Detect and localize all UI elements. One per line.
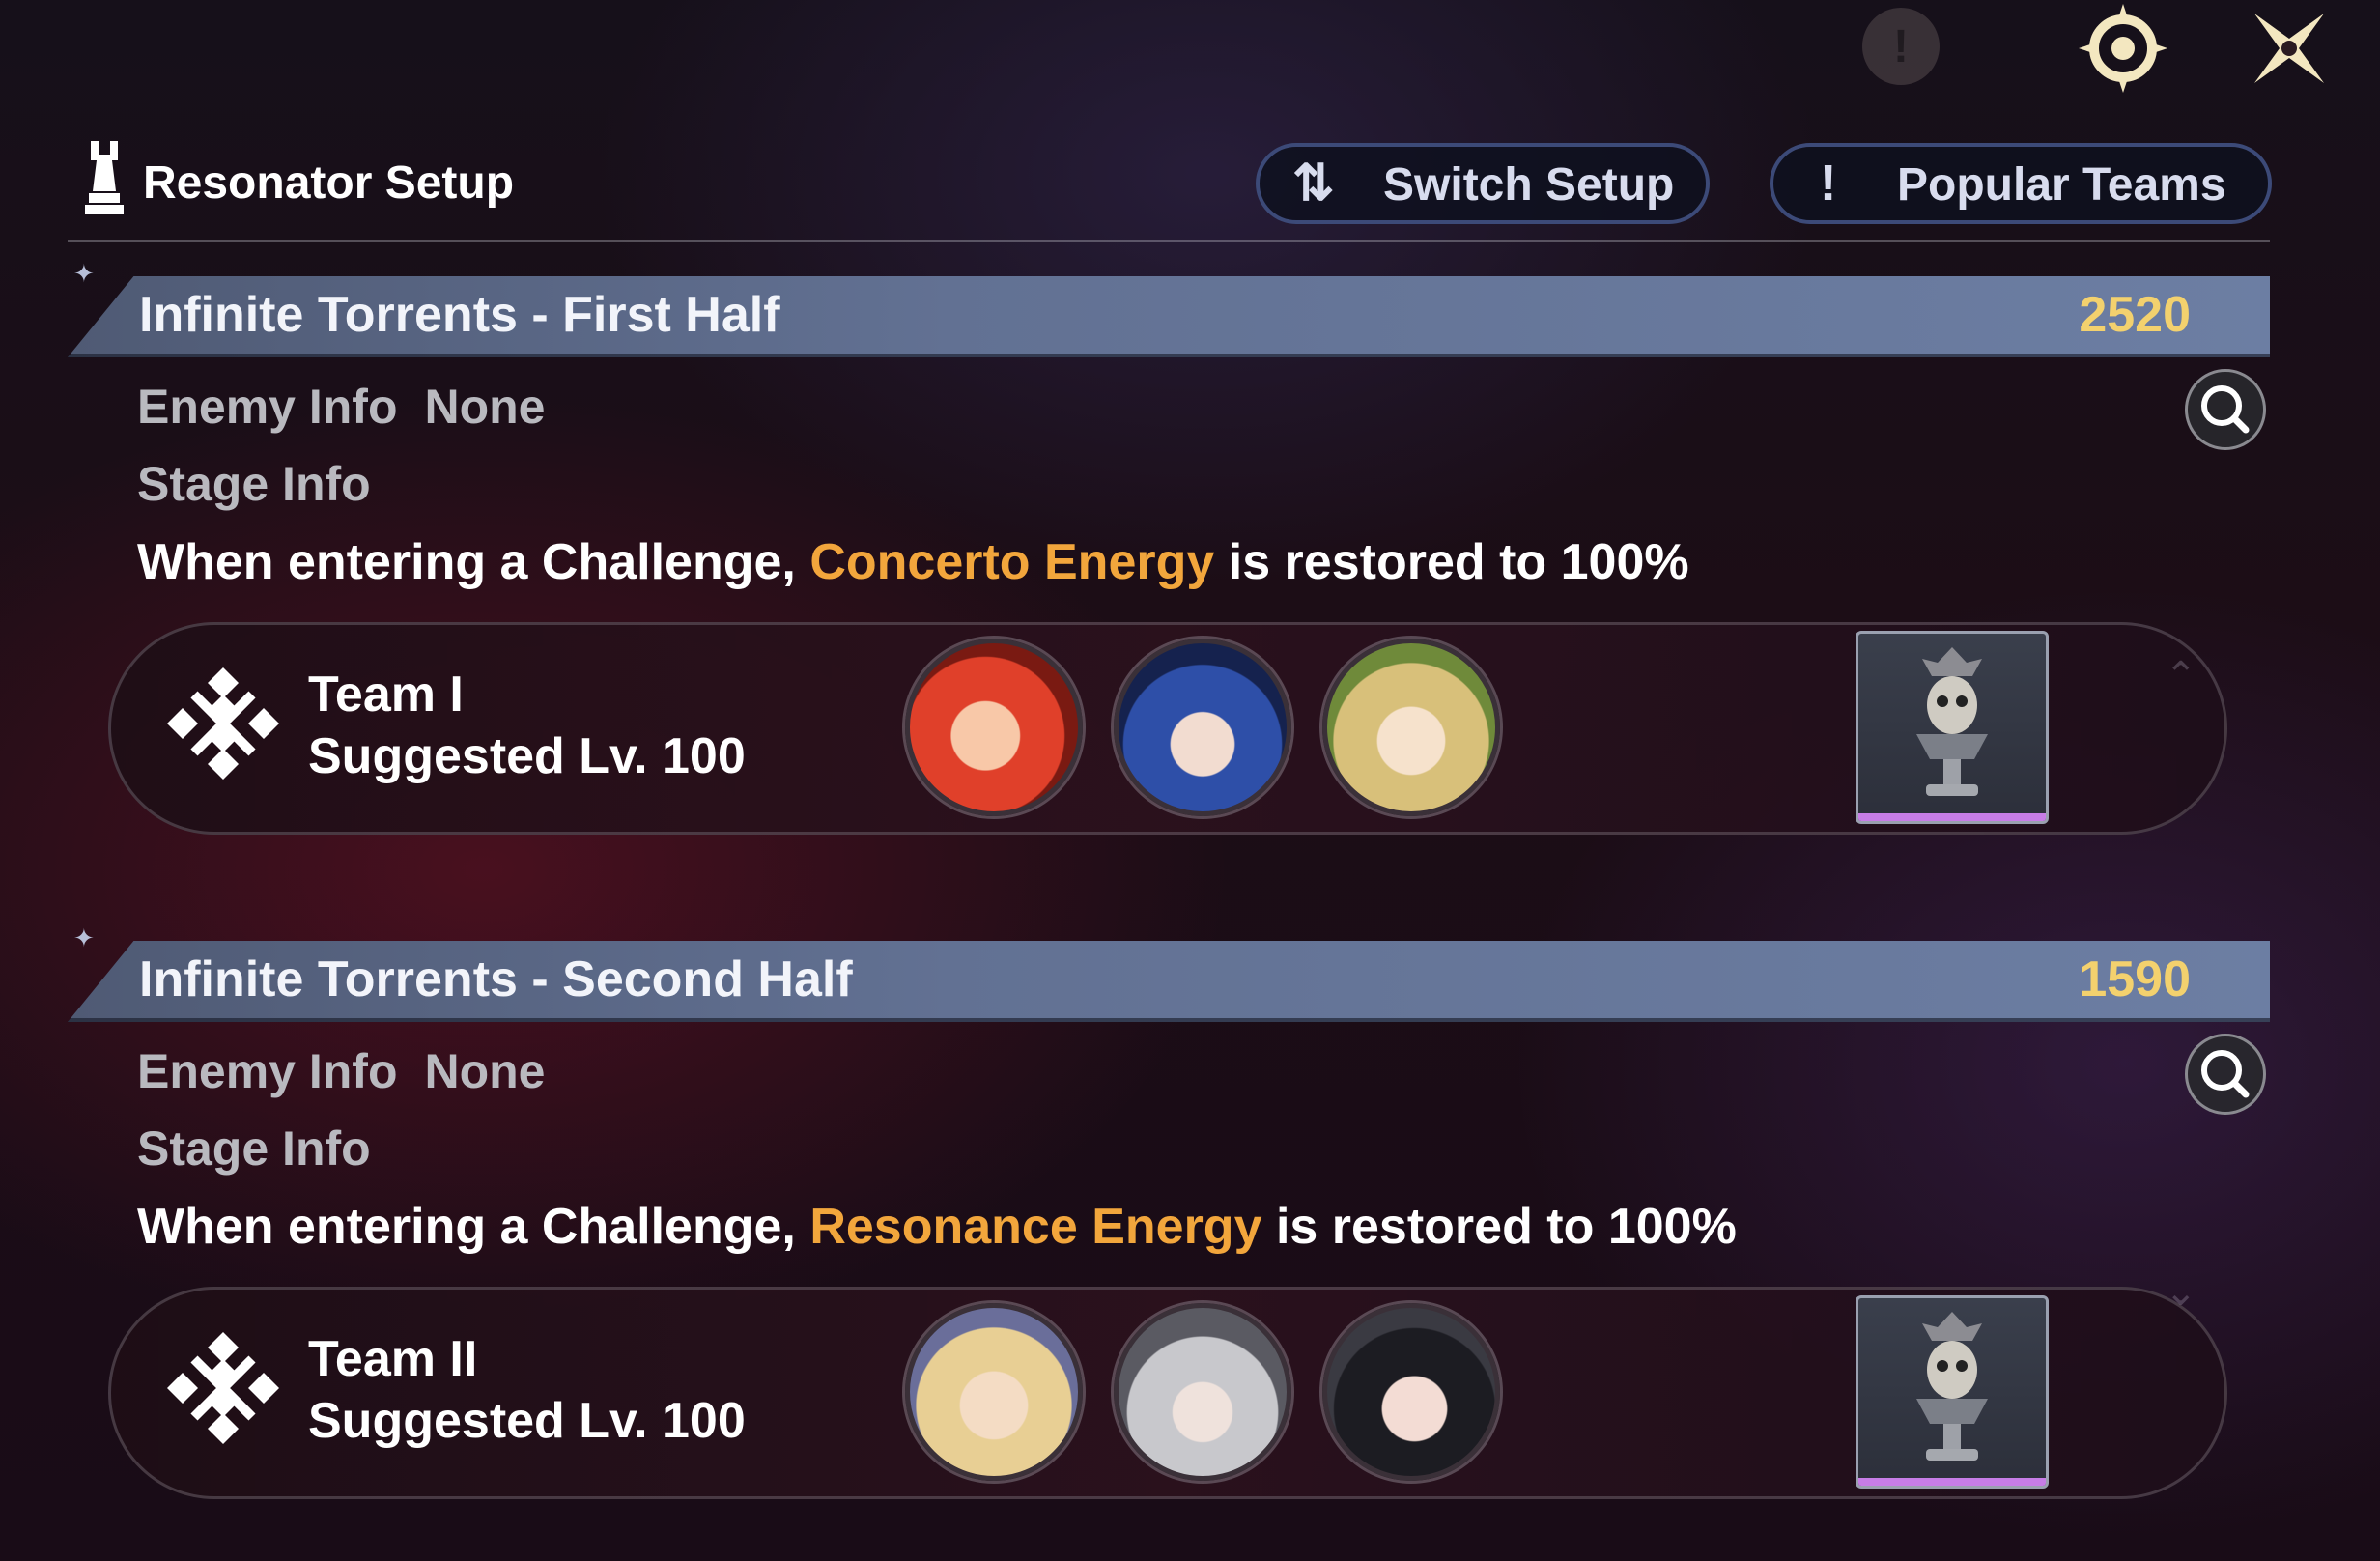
enemy-search-button[interactable] [2185, 1034, 2266, 1115]
stage-bar-second-half: Infinite Torrents - Second Half 1590 [68, 941, 2270, 1022]
popular-teams-label: Popular Teams [1897, 159, 2226, 211]
collapse-chevron-icon[interactable]: ⌃ [2165, 654, 2197, 698]
desc-prefix: When entering a Challenge, [137, 1199, 810, 1255]
enemy-info-label: Enemy Info [137, 380, 398, 434]
close-icon[interactable] [2241, 0, 2338, 97]
team-emblem-icon [161, 1326, 285, 1450]
stage-description: When entering a Challenge, Concerto Ener… [137, 533, 1689, 591]
enemy-search-button[interactable] [2185, 369, 2266, 450]
stage-description: When entering a Challenge, Resonance Ene… [137, 1198, 1737, 1256]
team-row[interactable]: Team II Suggested Lv. 100 ⌄ [108, 1271, 2227, 1499]
sparkle-icon: ✦ [73, 259, 95, 288]
team-suggested-level: Suggested Lv. 100 [308, 1393, 746, 1449]
header-divider [68, 240, 2270, 242]
stage-title: Infinite Torrents - First Half [139, 287, 780, 343]
expand-chevron-icon[interactable]: ⌄ [2165, 1270, 2197, 1315]
stage-info-label: Stage Info [137, 1121, 371, 1176]
desc-highlight: Concerto Energy [809, 534, 1215, 590]
enemy-info-value: None [424, 380, 546, 434]
avatar-blonde-crowned-resonator[interactable] [905, 1303, 1083, 1481]
team-row[interactable]: Team I Suggested Lv. 100 ⌃ [108, 622, 2227, 835]
stage-info-label: Stage Info [137, 457, 371, 511]
enemy-info-value: None [424, 1044, 546, 1098]
stage-title: Infinite Torrents - Second Half [139, 951, 853, 1008]
stage-score: 2520 [2079, 287, 2191, 343]
skull-bust-icon [1916, 647, 1988, 796]
switch-setup-button[interactable]: ⇅ Switch Setup [1256, 143, 1710, 224]
avatar-red-haired-resonator[interactable] [905, 639, 1083, 816]
desc-prefix: When entering a Challenge, [137, 534, 810, 590]
skull-bust-icon [1916, 1312, 1988, 1461]
gear-icon[interactable] [2075, 0, 2171, 97]
search-icon [2201, 1050, 2250, 1098]
popular-teams-button[interactable]: ! Popular Teams [1770, 143, 2272, 224]
desc-suffix: is restored to 100% [1261, 1199, 1737, 1255]
team-suggested-level: Suggested Lv. 100 [308, 728, 746, 784]
chess-piece-icon [77, 137, 131, 218]
team-name: Team II [308, 1331, 478, 1387]
echo-card[interactable] [1856, 631, 2049, 824]
enemy-info-label: Enemy Info [137, 1044, 398, 1098]
exclamation-icon: ! [1820, 156, 1837, 212]
team-name: Team I [308, 667, 464, 723]
sparkle-icon: ✦ [73, 923, 95, 952]
avatar-blonde-resonator[interactable] [1322, 639, 1500, 816]
team-emblem-icon [161, 662, 285, 785]
enemy-info: Enemy Info None [137, 379, 545, 435]
search-icon [2201, 385, 2250, 434]
stage-score: 1590 [2079, 951, 2191, 1008]
info-icon[interactable]: ! [1862, 8, 1940, 85]
desc-suffix: is restored to 100% [1214, 534, 1689, 590]
echo-card[interactable] [1856, 1295, 2049, 1489]
page-title: Resonator Setup [143, 157, 515, 209]
switch-setup-label: Switch Setup [1383, 159, 1675, 211]
avatar-masked-white-haired-resonator[interactable] [1114, 1303, 1291, 1481]
desc-highlight: Resonance Energy [809, 1199, 1262, 1255]
enemy-info: Enemy Info None [137, 1043, 545, 1099]
avatar-black-haired-resonator[interactable] [1322, 1303, 1500, 1481]
avatar-blue-haired-resonator[interactable] [1114, 639, 1291, 816]
swap-icon: ⇅ [1292, 156, 1335, 212]
stage-bar-first-half: Infinite Torrents - First Half 2520 [68, 276, 2270, 357]
